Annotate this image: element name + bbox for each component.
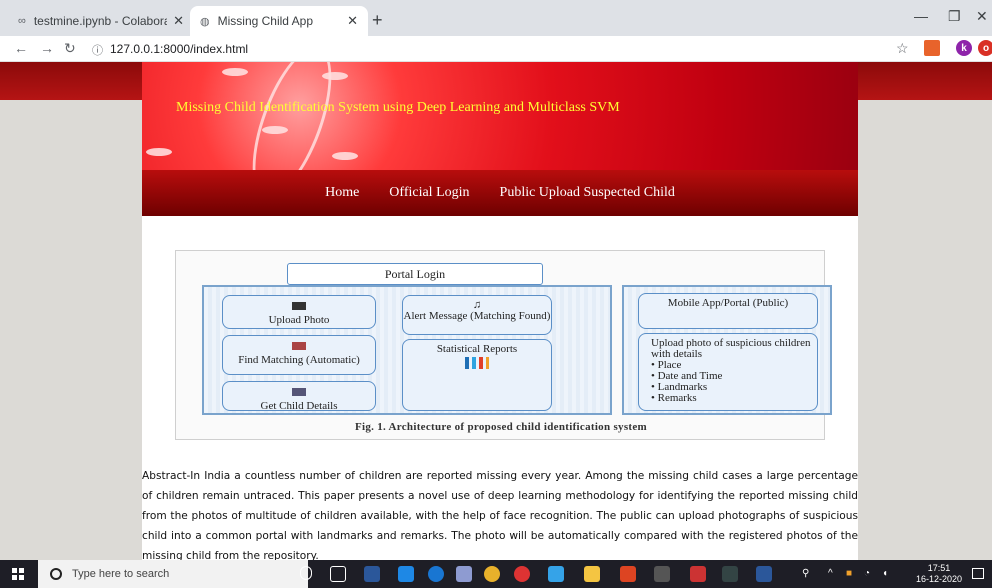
- box-label: Find Matching (Automatic): [238, 354, 360, 366]
- mobile-app-box: Mobile App/Portal (Public): [638, 293, 818, 329]
- box-label: Upload photo of suspicious children with…: [651, 337, 811, 360]
- main-nav: Home Official Login Public Upload Suspec…: [142, 170, 858, 216]
- folder-icon[interactable]: [584, 566, 600, 582]
- search-placeholder: Type here to search: [72, 568, 170, 580]
- store-icon[interactable]: [364, 566, 380, 582]
- task-view-icon[interactable]: [330, 566, 346, 582]
- faces-icon: [292, 342, 306, 350]
- battery-icon[interactable]: ■: [846, 568, 852, 579]
- browser-tab-bar: ∞ testmine.ipynb - Colaboratory ✕ ◍ Miss…: [0, 0, 992, 36]
- clock-date: 16-12-2020: [915, 574, 962, 584]
- forward-icon[interactable]: →: [40, 40, 54, 56]
- box-label: Portal Login: [384, 266, 446, 281]
- public-group: Mobile App/Portal (Public) Upload photo …: [622, 285, 832, 415]
- figure-caption: Fig. 1. Architecture of proposed child i…: [354, 421, 648, 433]
- mail-icon[interactable]: [398, 566, 414, 582]
- figure-diagram: Upload Photo Find Matching (Automatic) G…: [202, 263, 832, 419]
- people-icon[interactable]: ⚲: [802, 568, 809, 579]
- colab-icon: ∞: [18, 15, 26, 27]
- tab-label: testmine.ipynb - Colaboratory: [33, 14, 167, 28]
- star-icon[interactable]: ☆: [896, 40, 909, 57]
- search-icon: [50, 568, 62, 580]
- bar-chart-icon: [465, 357, 489, 369]
- app-icon[interactable]: [654, 566, 670, 582]
- upload-icon: [292, 302, 306, 310]
- globe-icon: ◍: [200, 15, 210, 28]
- heart-decoration: [322, 72, 348, 80]
- extension-icon[interactable]: [924, 40, 940, 56]
- new-tab-icon[interactable]: +: [372, 10, 383, 31]
- tab-colab[interactable]: ∞ testmine.ipynb - Colaboratory ✕: [8, 6, 194, 36]
- app-icon[interactable]: [456, 566, 472, 582]
- box-label: Mobile App/Portal (Public): [667, 297, 789, 309]
- info-icon[interactable]: ⓘ: [92, 42, 103, 58]
- close-window-icon[interactable]: ✕: [976, 8, 988, 25]
- nav-public-upload[interactable]: Public Upload Suspected Child: [500, 185, 675, 201]
- box-label: Alert Message (Matching Found): [403, 310, 551, 322]
- windows-start-icon[interactable]: [12, 568, 24, 580]
- tab-missing-child-app[interactable]: ◍ Missing Child App ✕: [190, 6, 368, 36]
- upload-photo-box: Upload Photo: [222, 295, 376, 329]
- heart-decoration: [146, 148, 172, 156]
- tab-label: Missing Child App: [217, 14, 313, 28]
- avatar[interactable]: k: [956, 40, 972, 56]
- word-icon[interactable]: [756, 566, 772, 582]
- back-icon[interactable]: ←: [14, 40, 28, 56]
- address-bar[interactable]: 127.0.0.1:8000/index.html: [110, 42, 248, 56]
- portal-login-box: Portal Login: [287, 263, 543, 285]
- edge-icon[interactable]: [428, 566, 444, 582]
- box-label: Get Child Details: [260, 400, 338, 412]
- app-icon[interactable]: [514, 566, 530, 582]
- banner-title: Missing Child Identification System usin…: [176, 100, 620, 115]
- network-icon[interactable]: ◔: [864, 568, 870, 579]
- card-icon: [292, 388, 306, 396]
- web-page: Missing Child Identification System usin…: [0, 62, 992, 560]
- app-icon[interactable]: [690, 566, 706, 582]
- architecture-figure: Upload Photo Find Matching (Automatic) G…: [175, 250, 832, 440]
- clock-time: 17:51: [927, 563, 951, 573]
- get-child-details-box: Get Child Details: [222, 381, 376, 412]
- find-matching-box: Find Matching (Automatic): [222, 335, 376, 375]
- app-icon[interactable]: [548, 566, 564, 582]
- notifications-icon[interactable]: [972, 568, 984, 579]
- box-label: Statistical Reports: [436, 343, 518, 355]
- reload-icon[interactable]: ↻: [64, 40, 76, 57]
- box-label: Upload Photo: [268, 314, 330, 326]
- windows-taskbar: Type here to search ⚲ ^ ■ ◔ ◖ 17:51 16-1…: [0, 560, 992, 588]
- content-column: Missing Child Identification System usin…: [142, 62, 858, 560]
- browser-toolbar: ← → ↻ ⓘ 127.0.0.1:8000/index.html ☆ k o: [0, 36, 992, 62]
- upload-suspicious-box: Upload photo of suspicious children with…: [638, 333, 818, 411]
- close-icon[interactable]: ✕: [173, 13, 184, 29]
- microphone-icon[interactable]: [300, 566, 312, 580]
- nav-home[interactable]: Home: [325, 185, 359, 201]
- alert-message-box: ♫ Alert Message (Matching Found): [402, 295, 552, 335]
- restore-icon[interactable]: ❐: [948, 8, 961, 25]
- abstract-text: Abstract-In India a countless number of …: [142, 470, 858, 560]
- nav-official-login[interactable]: Official Login: [389, 185, 469, 201]
- heart-decoration: [262, 126, 288, 134]
- statistical-reports-box: Statistical Reports: [402, 339, 552, 411]
- site-banner: Missing Child Identification System usin…: [142, 62, 858, 170]
- app-icon[interactable]: [722, 566, 738, 582]
- heart-decoration: [332, 152, 358, 160]
- pdf-icon[interactable]: [620, 566, 636, 582]
- minimize-icon[interactable]: —: [914, 8, 928, 24]
- close-icon[interactable]: ✕: [347, 13, 358, 29]
- bullet-list: Upload photo of suspicious children with…: [651, 337, 811, 404]
- heart-decoration: [222, 68, 248, 76]
- list-item: Remarks: [657, 392, 697, 404]
- volume-icon[interactable]: ◖: [882, 568, 888, 579]
- extension-icon[interactable]: o: [978, 40, 992, 56]
- taskbar-search[interactable]: Type here to search: [38, 560, 308, 588]
- chevron-up-icon[interactable]: ^: [828, 568, 833, 579]
- chrome-icon[interactable]: [484, 566, 500, 582]
- official-group: Upload Photo Find Matching (Automatic) G…: [202, 285, 612, 415]
- system-clock[interactable]: 17:51 16-12-2020: [916, 563, 962, 585]
